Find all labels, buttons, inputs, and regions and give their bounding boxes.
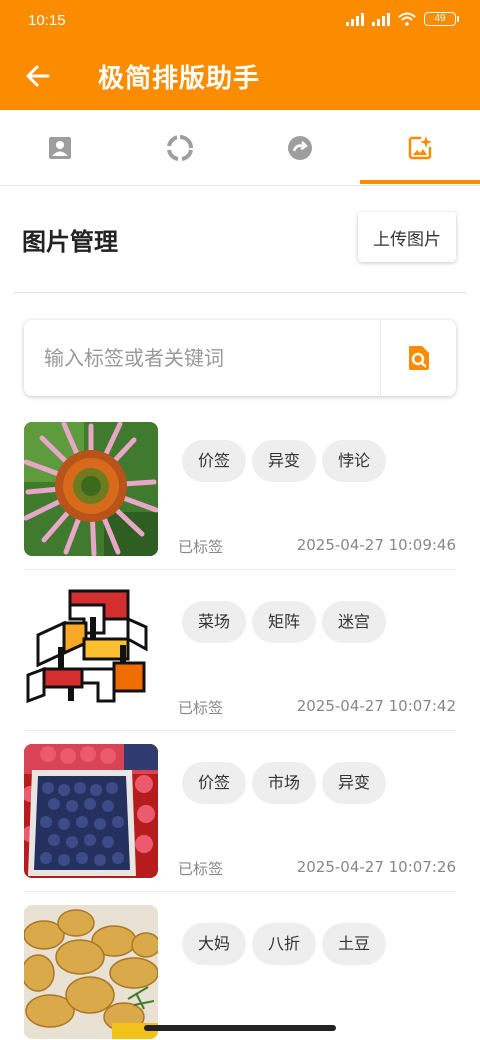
app-title: 极简排版助手 <box>98 64 261 94</box>
status-label: 已标签 <box>178 538 224 556</box>
redo-icon <box>288 136 312 160</box>
list-item[interactable]: 菜场 矩阵 迷宫 已标签 2025-04-27 10:07:42 <box>24 581 456 731</box>
timestamp: 2025-04-27 10:09:46 <box>296 536 456 554</box>
status-label: 已标签 <box>178 699 224 717</box>
tab-indicator <box>360 180 480 184</box>
tag-chip[interactable]: 市场 <box>252 762 317 804</box>
tag-chip[interactable]: 悖论 <box>322 440 387 482</box>
timestamp: 2025-04-27 10:07:26 <box>296 858 456 876</box>
list-item[interactable]: 价签 异变 悖论 已标签 2025-04-27 10:09:46 <box>24 420 456 570</box>
tag-chip[interactable]: 迷宫 <box>322 601 387 643</box>
image-search-icon <box>408 346 429 370</box>
tag-chip[interactable]: 价签 <box>182 762 247 804</box>
signal-icon <box>346 12 364 26</box>
signal-icon <box>372 12 390 26</box>
tab-images[interactable] <box>360 110 480 186</box>
person-icon <box>49 137 71 159</box>
flower-thumbnail[interactable] <box>24 422 158 556</box>
search-box <box>24 320 456 396</box>
divider <box>14 292 466 293</box>
image-sparkle-icon <box>408 136 432 160</box>
tag-chip[interactable]: 大妈 <box>182 923 247 965</box>
arrow-back-icon[interactable] <box>24 62 52 90</box>
app-bar: 极简排版助手 <box>0 44 480 110</box>
battery-icon: 49 <box>424 12 459 26</box>
status-label: 已标签 <box>178 860 224 878</box>
home-indicator[interactable] <box>144 1025 336 1031</box>
tag-chip[interactable]: 异变 <box>322 762 387 804</box>
tag-chip[interactable]: 异变 <box>252 440 317 482</box>
tag-chip[interactable]: 八折 <box>252 923 317 965</box>
status-bar: 10:15 49 <box>0 0 480 44</box>
status-time: 10:15 <box>28 12 66 29</box>
tab-bar <box>0 110 480 186</box>
potatoes-thumbnail[interactable] <box>24 905 158 1039</box>
search-button[interactable] <box>381 320 456 396</box>
list-item[interactable]: 价签 市场 异变 已标签 2025-04-27 10:07:26 <box>24 742 456 892</box>
wifi-icon <box>398 12 416 26</box>
tag-chip[interactable]: 土豆 <box>322 923 387 965</box>
list-item[interactable]: 大妈 八折 土豆 <box>24 903 456 1040</box>
tag-chip[interactable]: 矩阵 <box>252 601 317 643</box>
loading-circle-icon <box>167 135 193 161</box>
status-icons: 49 <box>346 12 459 26</box>
timestamp: 2025-04-27 10:07:42 <box>296 697 456 715</box>
tag-chip[interactable]: 价签 <box>182 440 247 482</box>
tab-redo[interactable] <box>240 110 360 186</box>
tab-progress[interactable] <box>120 110 240 186</box>
berries-thumbnail[interactable] <box>24 744 158 878</box>
tag-chip[interactable]: 菜场 <box>182 601 247 643</box>
tab-profile[interactable] <box>0 110 120 186</box>
upload-image-button[interactable]: 上传图片 <box>358 212 456 262</box>
search-input[interactable] <box>24 320 380 396</box>
page-title: 图片管理 <box>22 228 118 256</box>
geometric-art-thumbnail[interactable] <box>24 583 158 717</box>
